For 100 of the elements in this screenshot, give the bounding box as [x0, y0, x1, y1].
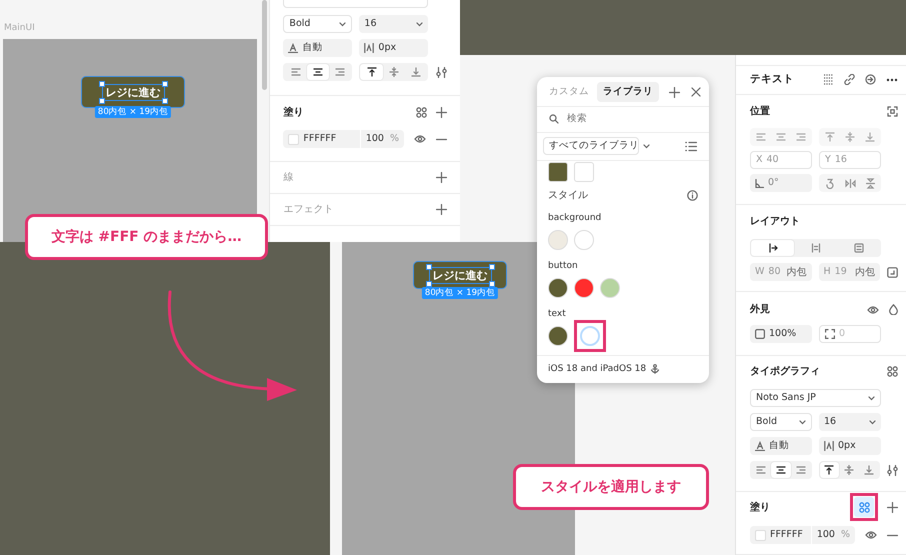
drop-icon[interactable]	[889, 304, 898, 315]
plus-icon[interactable]	[669, 86, 680, 98]
field-value: 19	[834, 264, 847, 279]
group-label: background	[548, 212, 602, 224]
line-height-field[interactable]: 自動	[283, 39, 352, 57]
link-icon[interactable]	[844, 74, 855, 86]
align-right-icon	[335, 67, 346, 77]
plus-icon[interactable]	[436, 204, 448, 215]
callout: 文字は #FFF のままだから…	[25, 214, 268, 260]
field-label: X	[756, 152, 763, 167]
color-swatch[interactable]	[548, 326, 568, 346]
align-center-icon	[312, 67, 323, 77]
font-size-dropdown[interactable]: 16	[359, 15, 428, 33]
section-title: 外見	[750, 302, 770, 317]
group-label: text	[548, 308, 567, 320]
align-middle-icon	[388, 67, 399, 77]
style-grid-icon[interactable]	[858, 502, 870, 512]
close-icon[interactable]	[691, 87, 701, 98]
resize-handle[interactable]	[426, 280, 432, 286]
eye-icon[interactable]	[867, 306, 879, 314]
font-weight-dropdown[interactable]: Bold	[750, 413, 812, 431]
resize-handle[interactable]	[488, 280, 494, 286]
align-middle-icon	[845, 132, 855, 142]
resize-handle[interactable]	[488, 264, 494, 270]
color-swatch[interactable]	[600, 278, 620, 298]
flip-horizontal-icon[interactable]	[845, 178, 856, 188]
eye-icon[interactable]	[865, 531, 877, 539]
section-title: タイポグラフィ	[750, 365, 820, 379]
tab[interactable]: ライブラリ	[597, 82, 659, 102]
style-grid-icon[interactable]	[416, 107, 428, 118]
width-field[interactable]: W 80 内包	[750, 263, 812, 281]
vertical-align-toggle[interactable]	[360, 64, 383, 80]
color-swatch[interactable]	[548, 162, 568, 182]
arrow-right-icon	[768, 243, 778, 253]
line-height-field[interactable]: 自動	[750, 437, 812, 455]
text-align-toggle[interactable]	[770, 462, 791, 478]
height-field[interactable]: H 19 内包	[818, 263, 880, 281]
color-swatch[interactable]	[548, 278, 568, 298]
search-icon	[549, 114, 559, 124]
resize-handle[interactable]	[426, 264, 432, 270]
color-swatch[interactable]	[574, 278, 594, 298]
callout: スタイルを適用します	[513, 464, 709, 510]
caret-icon	[416, 22, 424, 26]
font-size-dropdown[interactable]: 16	[819, 413, 881, 431]
resize-handle[interactable]	[162, 80, 168, 86]
opacity-field[interactable]: 100%	[750, 325, 812, 343]
button-label: レジに進む	[432, 268, 488, 282]
sliders-icon[interactable]	[436, 66, 448, 78]
field-value: 80	[768, 264, 780, 279]
sizing-mode: 内包	[855, 266, 875, 280]
section-title: 塗り	[750, 500, 770, 514]
info-icon[interactable]	[687, 190, 698, 201]
section-title: 塗り	[283, 106, 304, 120]
layout-direction-toggle[interactable]	[751, 240, 794, 256]
rotate-icon[interactable]	[825, 178, 835, 188]
caret-icon	[799, 420, 806, 424]
resize-handle[interactable]	[162, 98, 168, 104]
field-label: H	[824, 264, 831, 279]
color-swatch[interactable]	[580, 326, 600, 346]
resize-icon[interactable]	[887, 266, 898, 278]
plus-icon[interactable]	[436, 172, 448, 183]
hex-value: FFFFFF	[303, 132, 338, 146]
resize-handle[interactable]	[98, 98, 104, 104]
vertical-align-toggle[interactable]	[820, 462, 840, 478]
field-value: 40	[766, 152, 779, 167]
align-center-icon	[776, 132, 786, 142]
dotted-grid-icon[interactable]	[823, 74, 834, 86]
list-icon[interactable]	[685, 140, 697, 152]
focus-frame-icon[interactable]	[887, 106, 898, 117]
panel-title: テキスト	[750, 72, 794, 87]
flip-vertical-icon[interactable]	[866, 178, 875, 188]
caret-icon	[339, 22, 346, 26]
letter-spacing-icon	[364, 43, 374, 53]
letter-spacing-icon	[824, 441, 834, 451]
more-icon[interactable]	[886, 78, 898, 82]
align-left-icon	[756, 465, 766, 475]
resize-handle[interactable]	[98, 80, 104, 86]
style-grid-icon[interactable]	[887, 366, 898, 377]
align-top-icon	[824, 465, 834, 475]
unit-label: %	[390, 132, 400, 146]
section-title: 線	[283, 171, 294, 185]
align-top-icon	[366, 67, 377, 77]
color-swatch[interactable]	[574, 230, 594, 250]
color-swatch[interactable]	[574, 162, 594, 182]
sliders-icon[interactable]	[887, 464, 898, 476]
circle-arrow-icon[interactable]	[865, 74, 876, 86]
letter-spacing-field[interactable]: 0px	[819, 437, 881, 455]
eye-icon[interactable]	[414, 135, 426, 143]
sizing-mode: 内包	[786, 266, 806, 280]
font-weight-dropdown[interactable]: Bold	[283, 15, 352, 33]
font-dropdown[interactable]: Noto Sans JP	[750, 389, 881, 407]
plus-icon[interactable]	[436, 107, 448, 118]
anchor-icon	[650, 364, 660, 374]
letter-spacing-field[interactable]: 0px	[359, 39, 428, 57]
text-align-toggle[interactable]	[306, 64, 330, 80]
plus-icon[interactable]	[887, 502, 898, 512]
search-field[interactable]: 検索	[567, 112, 687, 127]
align-left-icon	[290, 67, 301, 77]
scrollbar-thumb[interactable]	[262, 0, 268, 90]
color-swatch[interactable]	[548, 230, 568, 250]
